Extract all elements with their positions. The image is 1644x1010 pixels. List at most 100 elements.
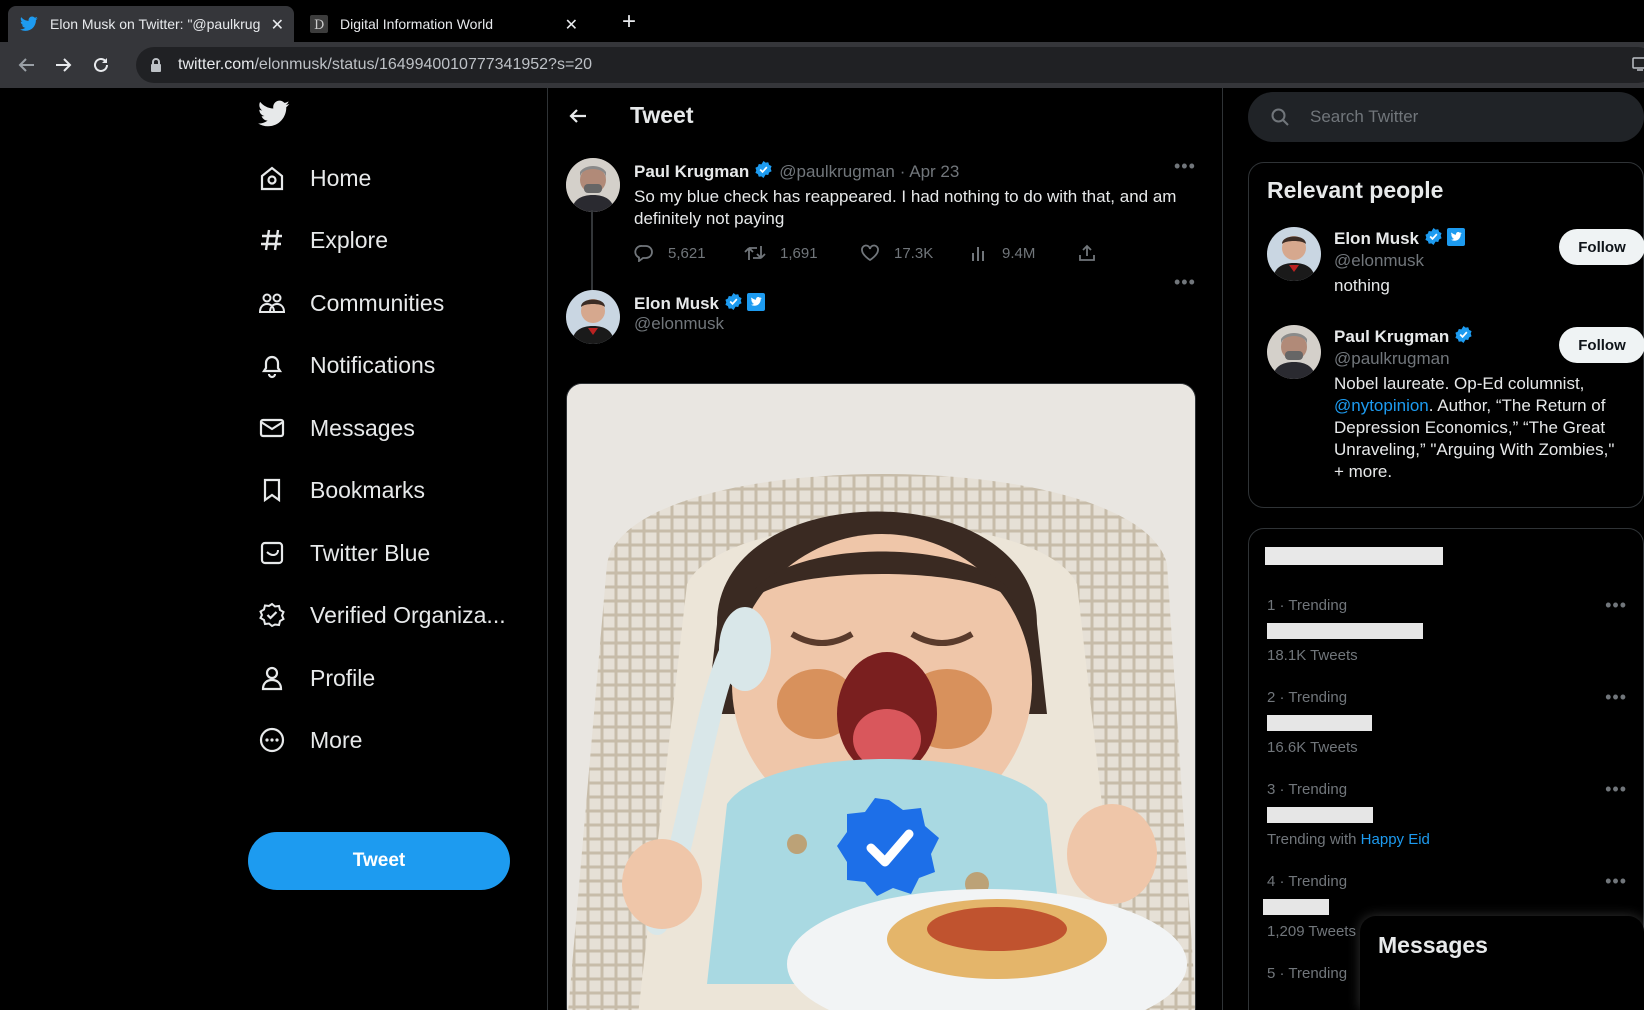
person-name[interactable]: Elon Musk — [1334, 229, 1419, 249]
bio-text: Nobel laureate. Op-Ed columnist, — [1334, 374, 1585, 393]
nav-label: Notifications — [310, 351, 436, 378]
column-header: Tweet — [548, 88, 1222, 150]
browser-tab-inactive[interactable]: D Digital Information World ✕ — [298, 6, 588, 42]
tab-title: Digital Information World — [340, 16, 494, 32]
view-count: 9.4M — [1002, 244, 1036, 262]
author-name[interactable]: Paul Krugman — [634, 162, 749, 182]
nav-explore[interactable]: Explore — [258, 214, 388, 266]
nav-communities[interactable]: Communities — [258, 277, 444, 329]
search-placeholder: Search Twitter — [1310, 107, 1419, 126]
nav-home[interactable]: Home — [258, 152, 371, 204]
tweet-text: So my blue check has reappeared. I had n… — [634, 187, 1177, 228]
url-field[interactable]: twitter.com/elonmusk/status/164994001077… — [136, 47, 1644, 83]
bio-mention-link[interactable]: @nytopinion — [1334, 396, 1429, 415]
share-button[interactable] — [1078, 244, 1110, 262]
person-name[interactable]: Paul Krugman — [1334, 327, 1449, 347]
trend-item[interactable]: 1 · Trending ••• 18.1K Tweets — [1267, 595, 1627, 677]
envelope-icon — [258, 414, 286, 442]
tweet-actions: 5,621 1,691 17.3K 9.4M — [634, 244, 1114, 262]
person-icon — [258, 664, 286, 692]
person-handle[interactable]: @elonmusk — [1334, 251, 1424, 271]
follow-button[interactable]: Follow — [1559, 229, 1644, 265]
verified-badge-icon — [1454, 325, 1473, 349]
author-name[interactable]: Elon Musk — [634, 294, 719, 314]
messages-drawer[interactable]: Messages — [1360, 916, 1644, 1010]
trend-tweet-count: 1,209 Tweets — [1267, 923, 1356, 940]
avatar[interactable] — [566, 158, 620, 212]
retweet-button[interactable]: 1,691 — [744, 244, 860, 262]
install-app-icon[interactable] — [1632, 56, 1644, 77]
twitter-affiliate-badge-icon[interactable] — [747, 292, 766, 316]
author-handle[interactable]: @paulkrugman — [779, 162, 895, 182]
twitter-blue-icon — [258, 539, 286, 567]
nav-profile[interactable]: Profile — [258, 652, 375, 704]
browser-tab-active[interactable]: Elon Musk on Twitter: "@paulkrugman ✕ — [8, 6, 294, 42]
person-handle[interactable]: @paulkrugman — [1334, 349, 1450, 369]
author-handle[interactable]: @elonmusk — [634, 314, 724, 334]
retweet-count: 1,691 — [780, 244, 818, 262]
more-options-icon[interactable]: ••• — [1174, 272, 1196, 293]
like-count: 17.3K — [894, 244, 934, 262]
avatar[interactable] — [566, 290, 620, 344]
back-arrow-icon[interactable] — [568, 106, 588, 131]
dim-site-icon: D — [310, 15, 328, 33]
new-tab-icon[interactable]: + — [622, 8, 636, 36]
tweet-image[interactable] — [566, 383, 1196, 1010]
person-card[interactable]: Paul Krugman @paulkrugman Nobel laureate… — [1267, 325, 1644, 495]
redacted-panel-title — [1265, 547, 1443, 565]
more-options-icon[interactable]: ••• — [1605, 687, 1627, 708]
forward-icon[interactable] — [52, 54, 74, 76]
redacted-trend-name — [1267, 715, 1372, 731]
more-options-icon[interactable]: ••• — [1605, 779, 1627, 800]
person-card[interactable]: Elon Musk @elonmusk nothing Follow — [1267, 227, 1644, 317]
trend-context: Trending with — [1267, 831, 1357, 848]
trend-category: 4 · Trending — [1267, 873, 1348, 890]
back-icon[interactable] — [16, 54, 38, 76]
like-button[interactable]: 17.3K — [860, 244, 970, 262]
tweet-column: Tweet Paul Krugman @paulkrugman · Apr 23… — [548, 88, 1222, 1010]
twitter-page: Home Explore Communities Notifications M… — [0, 88, 1644, 1010]
avatar[interactable] — [1267, 227, 1321, 281]
reload-icon[interactable] — [90, 54, 112, 76]
nav-label: Verified Organiza... — [310, 601, 506, 628]
trend-item[interactable]: 3 · Trending ••• Trending with Happy Eid — [1267, 779, 1627, 861]
more-options-icon[interactable]: ••• — [1605, 871, 1627, 892]
nav-label: Communities — [310, 289, 445, 316]
nav-more[interactable]: More — [258, 714, 362, 766]
nav-bookmarks[interactable]: Bookmarks — [258, 464, 425, 516]
reply-count: 5,621 — [668, 244, 706, 262]
avatar[interactable] — [1267, 325, 1321, 379]
lock-icon[interactable] — [150, 57, 162, 78]
parent-tweet[interactable]: Paul Krugman @paulkrugman · Apr 23 ••• S… — [548, 150, 1222, 280]
more-options-icon[interactable]: ••• — [1174, 156, 1196, 177]
twitter-logo-icon[interactable] — [258, 100, 290, 133]
more-options-icon[interactable]: ••• — [1605, 595, 1627, 616]
nav-notifications[interactable]: Notifications — [258, 339, 435, 391]
reply-button[interactable]: 5,621 — [634, 244, 744, 262]
twitter-affiliate-badge-icon[interactable] — [1447, 227, 1466, 251]
bookmark-icon — [258, 476, 286, 504]
close-tab-icon[interactable]: ✕ — [271, 15, 284, 35]
follow-button[interactable]: Follow — [1559, 327, 1644, 363]
verified-org-icon — [258, 601, 286, 629]
tweet-button[interactable]: Tweet — [248, 832, 510, 890]
views-button[interactable]: 9.4M — [970, 244, 1078, 262]
nav-label: Profile — [310, 664, 376, 691]
nav-messages[interactable]: Messages — [258, 402, 415, 454]
tweet-date[interactable]: · Apr 23 — [900, 162, 960, 182]
nav-label: Home — [310, 164, 372, 191]
verified-badge-icon — [754, 160, 773, 184]
more-circle-icon — [258, 726, 286, 754]
nav-twitter-blue[interactable]: Twitter Blue — [258, 527, 430, 579]
trend-related-link[interactable]: Happy Eid — [1361, 831, 1430, 848]
views-icon — [972, 247, 984, 261]
trend-item[interactable]: 2 · Trending ••• 16.6K Tweets — [1267, 687, 1627, 769]
verified-badge-icon — [1424, 227, 1443, 251]
crying-baby-image — [567, 384, 1195, 1010]
redacted-trend-name — [1263, 899, 1329, 915]
nav-verified-orgs[interactable]: Verified Organiza... — [258, 589, 506, 641]
trend-category: 5 · Trending — [1267, 965, 1348, 982]
trend-category: 3 · Trending — [1267, 781, 1348, 798]
search-input[interactable]: Search Twitter — [1248, 92, 1644, 142]
close-tab-icon[interactable]: ✕ — [565, 15, 578, 35]
